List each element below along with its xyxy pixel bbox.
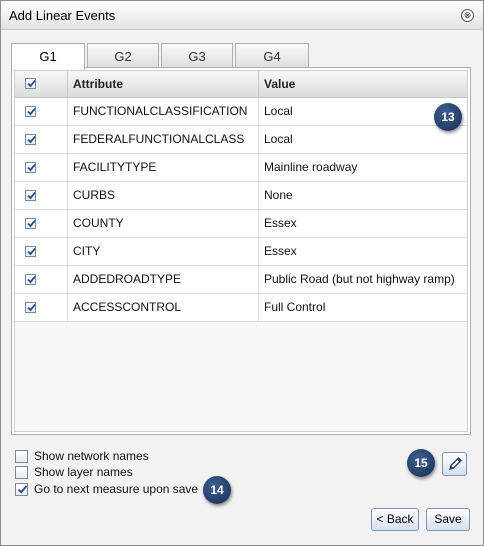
row-checkbox[interactable] (25, 190, 36, 201)
attribute-cell: ACCESSCONTROL (73, 300, 182, 314)
tab-panel: Attribute Value FUNCTIONALCLASSIFICATION… (11, 67, 471, 435)
grid-header: Attribute Value (15, 71, 467, 98)
close-icon[interactable]: ⊗ (461, 9, 474, 22)
value-cell[interactable]: Essex (264, 238, 466, 265)
show-network-names-label: Show network names (34, 449, 149, 463)
checkmark-icon (27, 107, 36, 116)
attribute-cell: FUNCTIONALCLASSIFICATION (73, 104, 248, 118)
checkmark-icon (17, 485, 28, 494)
attribute-cell: CURBS (73, 188, 116, 202)
row-checkbox[interactable] (25, 162, 36, 173)
checkmark-icon (27, 247, 36, 256)
table-row[interactable]: CITY Essex (15, 238, 467, 266)
next-measure-label: Go to next measure upon save (34, 482, 199, 496)
row-checkbox[interactable] (25, 246, 36, 257)
pencil-icon (449, 457, 462, 470)
show-layer-names-label: Show layer names (34, 465, 133, 479)
table-row[interactable]: ACCESSCONTROL Full Control (15, 294, 467, 322)
attribute-cell: FACILITYTYPE (73, 160, 157, 174)
table-row[interactable]: CURBS None (15, 182, 467, 210)
dialog-title: Add Linear Events (9, 8, 116, 23)
checkmark-icon (27, 191, 36, 200)
attribute-column-header[interactable]: Attribute (73, 77, 123, 91)
table-row[interactable]: FACILITYTYPE Mainline roadway (15, 154, 467, 182)
row-checkbox[interactable] (25, 218, 36, 229)
row-checkbox[interactable] (25, 274, 36, 285)
value-cell[interactable]: Public Road (but not highway ramp) (264, 266, 466, 293)
tab-g1[interactable]: G1 (11, 43, 85, 70)
tab-g4[interactable]: G4 (235, 43, 309, 68)
row-checkbox[interactable] (25, 302, 36, 313)
show-network-names-checkbox[interactable] (15, 450, 28, 463)
value-cell[interactable]: Mainline roadway (264, 154, 466, 181)
callout-14: 14 (203, 476, 231, 504)
value-cell[interactable]: Essex (264, 210, 466, 237)
table-row[interactable]: FUNCTIONALCLASSIFICATION Local (15, 98, 467, 126)
add-linear-events-dialog: Add Linear Events ⊗ G1 G2 G3 G4 Attribut… (0, 0, 484, 546)
checkmark-icon (27, 219, 36, 228)
table-row[interactable]: ADDEDROADTYPE Public Road (but not highwa… (15, 266, 467, 294)
table-row[interactable]: COUNTY Essex (15, 210, 467, 238)
value-cell[interactable]: Local (264, 126, 466, 153)
value-cell[interactable]: Full Control (264, 294, 466, 321)
back-button[interactable]: < Back (371, 508, 419, 531)
callout-13: 13 (434, 103, 462, 131)
attribute-cell: FEDERALFUNCTIONALCLASS (73, 132, 245, 146)
checkmark-icon (27, 275, 36, 284)
table-row[interactable]: FEDERALFUNCTIONALCLASS Local (15, 126, 467, 154)
checkmark-icon (27, 163, 36, 172)
value-cell[interactable]: None (264, 182, 466, 209)
attribute-grid: Attribute Value FUNCTIONALCLASSIFICATION… (14, 70, 468, 432)
attribute-cell: CITY (73, 244, 101, 258)
show-layer-names-checkbox[interactable] (15, 466, 28, 479)
checkmark-icon (27, 303, 36, 312)
edit-button[interactable] (442, 452, 467, 476)
tab-g2[interactable]: G2 (87, 43, 159, 68)
row-checkbox[interactable] (25, 106, 36, 117)
row-checkbox[interactable] (25, 134, 36, 145)
tab-g3[interactable]: G3 (161, 43, 233, 68)
attribute-cell: COUNTY (73, 216, 124, 230)
attribute-cell: ADDEDROADTYPE (73, 272, 182, 286)
value-column-header[interactable]: Value (264, 77, 295, 91)
callout-15: 15 (407, 449, 435, 477)
next-measure-checkbox[interactable] (15, 483, 28, 496)
title-bar: Add Linear Events ⊗ (1, 1, 483, 30)
select-all-checkbox[interactable] (25, 78, 36, 89)
checkmark-icon (27, 79, 36, 88)
checkmark-icon (27, 135, 36, 144)
save-button[interactable]: Save (426, 508, 470, 531)
